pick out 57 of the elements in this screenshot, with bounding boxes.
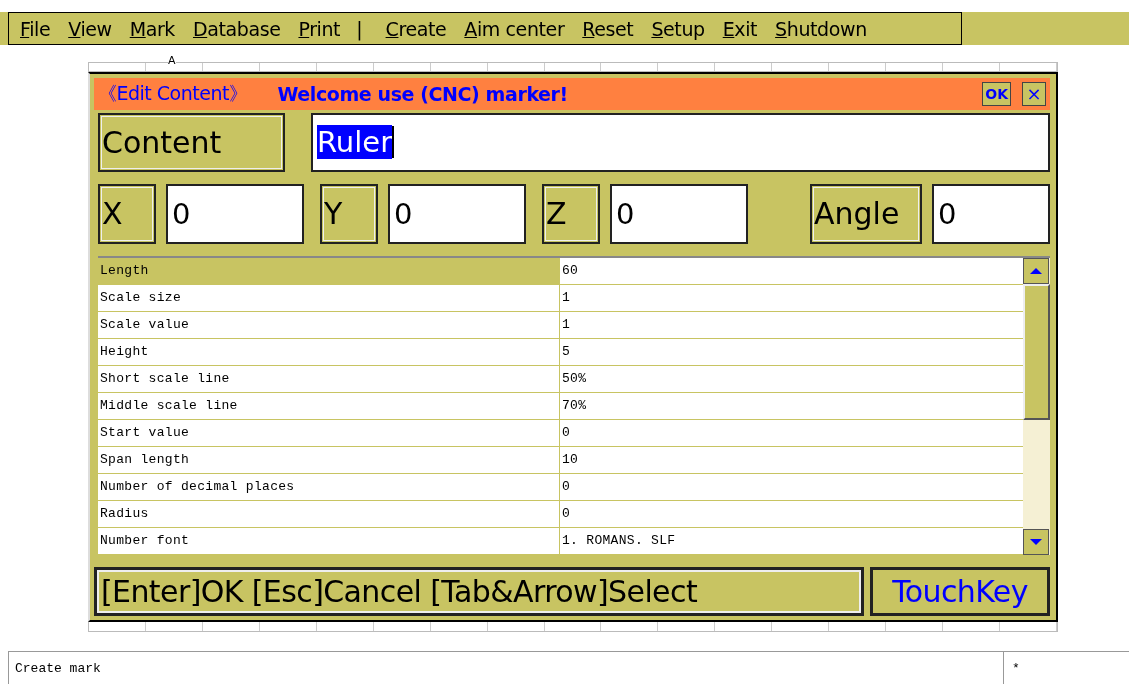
menu-item[interactable]: Shutdown [764, 17, 874, 40]
menu-item[interactable]: Mark [118, 17, 182, 40]
menu-item[interactable]: Print [287, 17, 348, 40]
menu-item[interactable]: Exit [711, 17, 765, 40]
menu-item[interactable]: Setup [640, 17, 712, 40]
menu-item[interactable]: Create [374, 17, 454, 40]
property-value[interactable]: 1 [560, 311, 1023, 338]
property-value[interactable]: 70% [560, 392, 1023, 419]
property-name[interactable]: Span length [98, 446, 560, 473]
input-field[interactable]: 0 [932, 183, 1050, 244]
menu-item[interactable]: Reset [571, 17, 641, 40]
close-button[interactable]: × [1022, 81, 1046, 106]
menu-separator: | [355, 17, 364, 40]
property-name[interactable]: Start value [98, 419, 560, 446]
property-name[interactable]: Number of decimal places [98, 473, 560, 500]
menu-item[interactable]: View [57, 17, 119, 40]
input-field[interactable]: 0 [610, 183, 748, 244]
property-value[interactable]: 1. ROMANS. SLF [560, 527, 1023, 554]
input-field[interactable]: 0 [388, 183, 526, 244]
status-indicator: * [1011, 660, 1020, 678]
property-name[interactable]: Number font [98, 527, 560, 554]
field-label: X [98, 183, 156, 244]
property-name[interactable]: Height [98, 338, 560, 365]
menu-item[interactable]: Aim center [453, 17, 572, 40]
property-name[interactable]: Scale value [98, 311, 560, 338]
scroll-up-icon[interactable] [1023, 257, 1049, 284]
property-name[interactable]: Length [98, 257, 560, 284]
field-label: Angle [810, 183, 922, 244]
property-name[interactable]: Middle scale line [98, 392, 560, 419]
property-value[interactable]: 5 [560, 338, 1023, 365]
property-value[interactable]: 1 [560, 284, 1023, 311]
field-label: Z [542, 183, 600, 244]
property-value[interactable]: 0 [560, 500, 1023, 527]
property-value[interactable]: 0 [560, 473, 1023, 500]
scroll-down-icon[interactable] [1023, 528, 1049, 555]
property-value[interactable]: 50% [560, 365, 1023, 392]
key-hint: [Enter]OK [Esc]Cancel [Tab&Arrow]Select [94, 566, 864, 616]
menu-item[interactable]: Database [182, 17, 288, 40]
welcome-text: Welcome use (CNC) marker! [277, 82, 568, 105]
scrollbar[interactable] [1023, 257, 1050, 555]
property-name[interactable]: Radius [98, 500, 560, 527]
property-name[interactable]: Scale size [98, 284, 560, 311]
field-label: Content [98, 112, 285, 172]
menu-item[interactable]: File [9, 17, 58, 40]
touchkey-button[interactable]: TouchKey [870, 566, 1050, 616]
scroll-thumb[interactable] [1023, 283, 1050, 420]
property-value[interactable]: 60 [560, 257, 1023, 284]
property-value[interactable]: 10 [560, 446, 1023, 473]
field-label: Y [320, 183, 378, 244]
property-value[interactable]: 0 [560, 419, 1023, 446]
property-name[interactable]: Short scale line [98, 365, 560, 392]
status-message: Create mark [9, 652, 1004, 684]
canvas-mark: A [168, 55, 176, 67]
input-field[interactable]: 0 [166, 183, 304, 244]
dialog-title: 《Edit Content》 [98, 80, 248, 106]
content-field[interactable]: Ruler [311, 112, 1050, 172]
ok-button[interactable]: OK [982, 81, 1011, 106]
